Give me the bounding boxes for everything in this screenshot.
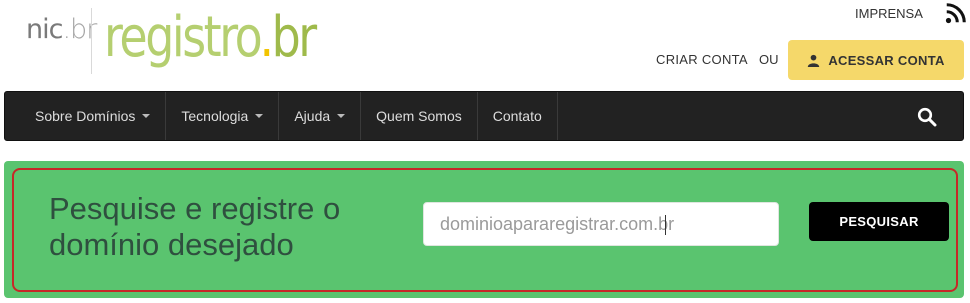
criar-conta-link[interactable]: CRIAR CONTA [656,52,748,67]
nav-item-label: Ajuda [294,108,331,124]
search-headline-line2: domínio desejado [49,227,294,262]
acessar-conta-button[interactable]: ACESSAR CONTA [788,40,964,80]
caret-down-icon [142,114,151,118]
search-headline: Pesquise e registre o domínio desejado [49,191,389,263]
nav-item-label: Tecnologia [181,108,249,124]
domain-search-panel: Pesquise e registre o domínio desejado P… [4,161,964,298]
nav-item-contato[interactable]: Contato [478,92,558,140]
registrobr-logo[interactable]: registro.br [104,5,318,76]
pesquisar-button[interactable]: PESQUISAR [809,202,949,241]
rss-icon[interactable] [945,3,966,24]
nav-item-sobre-dominios[interactable]: Sobre Domínios [5,92,167,140]
nav-item-label: Quem Somos [376,108,462,124]
user-icon [808,54,820,67]
nicbr-logo[interactable]: nic .br [26,14,97,45]
logo-divider [91,8,92,74]
registrobr-logo-text: registro [104,5,262,70]
search-headline-line1: Pesquise e registre o [49,191,341,226]
main-navbar: Sobre Domínios Tecnologia Ajuda Quem Som… [4,91,964,141]
imprensa-link[interactable]: IMPRENSA [855,6,923,21]
nav-item-ajuda[interactable]: Ajuda [279,92,362,140]
registrobr-logo-dot: . [259,5,274,70]
caret-down-icon [255,114,264,118]
caret-down-icon [337,114,346,118]
ou-label: OU [759,52,779,67]
nav-item-label: Contato [492,108,542,124]
nicbr-logo-nic: nic [26,14,63,45]
domain-search-input[interactable] [423,202,779,246]
search-icon[interactable] [917,107,937,127]
registrobr-logo-br: br [271,5,318,70]
nav-item-tecnologia[interactable]: Tecnologia [166,92,280,140]
nav-item-label: Sobre Domínios [35,108,136,124]
nav-item-quem-somos[interactable]: Quem Somos [361,92,478,140]
acessar-conta-label: ACESSAR CONTA [828,52,945,68]
text-cursor [665,215,666,235]
